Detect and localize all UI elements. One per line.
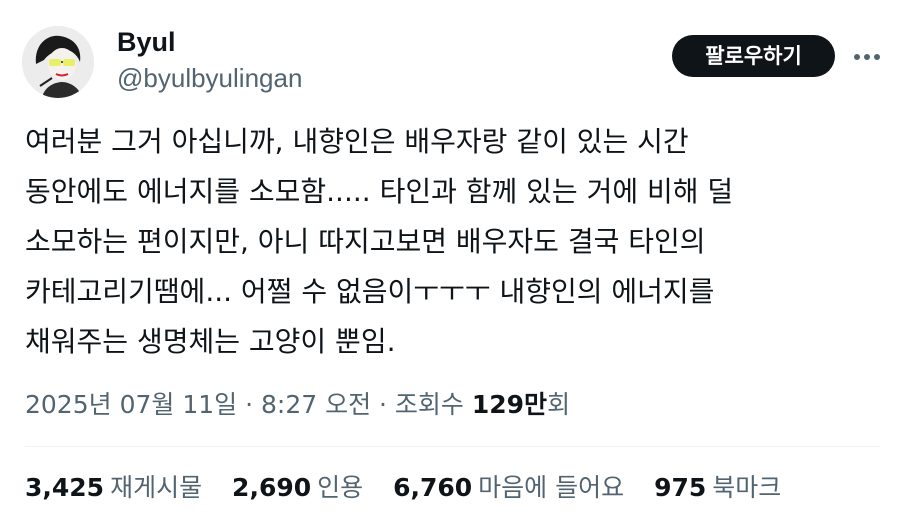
post-header: Byul @byulbyulingan 팔로우하기 [0, 0, 900, 110]
bookmarks-label: 북마크 [712, 473, 782, 502]
post-text-line: 여러분 그거 아십니까, 내향인은 배우자랑 같이 있는 시간 [25, 125, 689, 158]
post-text: 여러분 그거 아십니까, 내향인은 배우자랑 같이 있는 시간 동안에도 에너지… [25, 117, 885, 367]
more-horizontal-icon [854, 54, 880, 60]
avatar-icon [22, 26, 94, 98]
post-date[interactable]: 2025년 07월 11일 [25, 390, 237, 419]
reposts-stat[interactable]: 3,425 재게시물 [25, 468, 202, 508]
post-text-line: 채워주는 생명체는 고양이 뿐임. [25, 325, 396, 358]
post-text-line: 동안에도 에너지를 소모함..... 타인과 함께 있는 거에 비해 덜 [25, 175, 734, 208]
profile-avatar[interactable] [22, 26, 94, 98]
reposts-count: 3,425 [25, 473, 105, 502]
views-label: 조회수 [394, 390, 472, 419]
likes-stat[interactable]: 6,760 마음에 들어요 [393, 468, 624, 508]
quotes-label: 인용 [317, 473, 364, 502]
reposts-label: 재게시물 [110, 473, 203, 502]
divider [25, 446, 880, 447]
views-count: 129만 [471, 390, 548, 419]
post-meta: 2025년 07월 11일 · 8:27 오전 · 조회수 129만회 [25, 385, 570, 425]
meta-separator: · [237, 390, 261, 419]
likes-count: 6,760 [393, 473, 473, 502]
bookmarks-count: 975 [654, 473, 707, 502]
author-name[interactable]: Byul [117, 26, 176, 58]
post-time[interactable]: 8:27 오전 [261, 390, 371, 419]
quotes-count: 2,690 [232, 473, 312, 502]
likes-label: 마음에 들어요 [478, 473, 625, 502]
post-text-line: 카테고리기땜에... 어쩔 수 없음이ㅜㅜㅜ 내향인의 에너지를 [25, 275, 715, 308]
engagement-stats: 3,425 재게시물 2,690 인용 6,760 마음에 들어요 975 북마크 [25, 468, 803, 508]
follow-button[interactable]: 팔로우하기 [672, 35, 835, 77]
quotes-stat[interactable]: 2,690 인용 [232, 468, 363, 508]
bookmarks-stat[interactable]: 975 북마크 [654, 468, 781, 508]
author-handle[interactable]: @byulbyulingan [117, 62, 302, 94]
views-suffix: 회 [547, 390, 571, 419]
meta-separator: · [371, 390, 395, 419]
more-options-button[interactable] [852, 42, 882, 72]
post-text-line: 소모하는 편이지만, 아니 따지고보면 배우자도 결국 타인의 [25, 225, 706, 258]
